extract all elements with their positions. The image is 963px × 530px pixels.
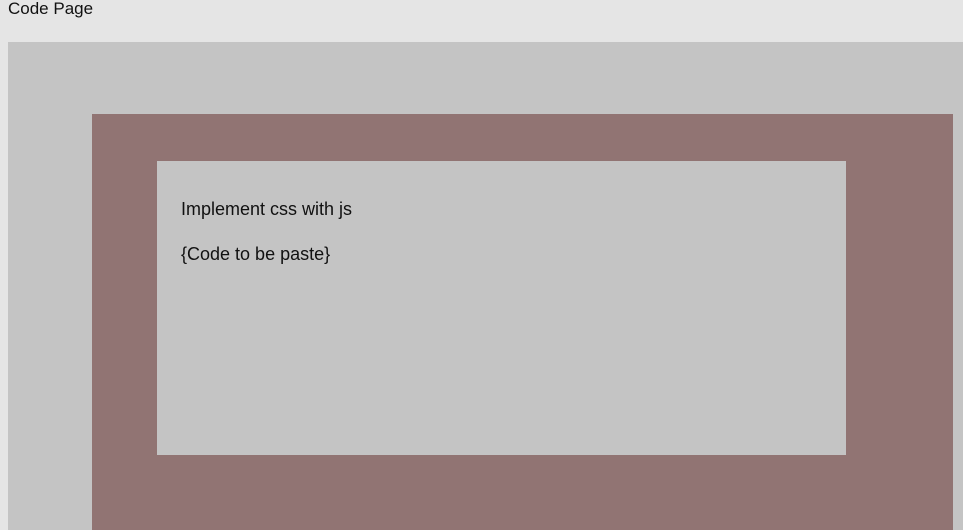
page-title: Code Page [8,0,94,18]
page-header: Code Page [0,0,963,42]
code-placeholder: {Code to be paste} [181,244,331,264]
card-heading: Implement css with js [181,199,353,219]
